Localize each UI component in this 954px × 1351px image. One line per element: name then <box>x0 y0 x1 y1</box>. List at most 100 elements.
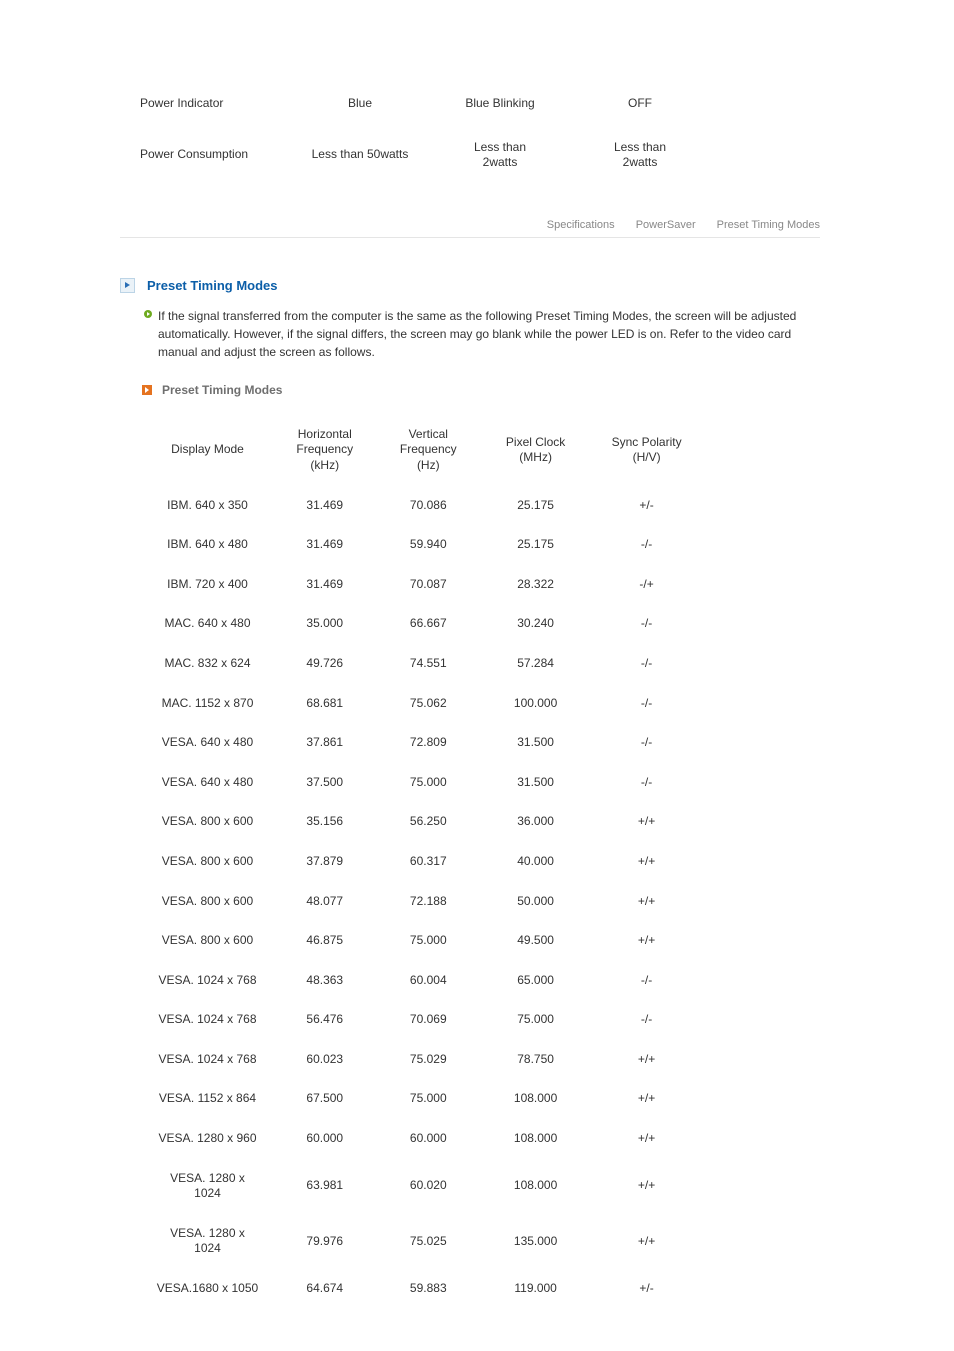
cell-hfreq: 48.077 <box>273 882 377 922</box>
cell-vfreq: 75.062 <box>377 684 481 724</box>
cell-hfreq: 37.879 <box>273 842 377 882</box>
cell-sync: -/- <box>591 604 702 644</box>
link-preset-timing-modes[interactable]: Preset Timing Modes <box>717 219 820 231</box>
cell-vfreq: 74.551 <box>377 644 481 684</box>
cell-sync: -/+ <box>591 565 702 605</box>
cell-mode: VESA. 1024 x 768 <box>142 1000 273 1040</box>
cell-pclk: 119.000 <box>480 1269 591 1309</box>
cell-sync: +/- <box>591 486 702 526</box>
cell-hfreq: 67.500 <box>273 1079 377 1119</box>
cell-sync: -/- <box>591 684 702 724</box>
cell-pclk: 57.284 <box>480 644 591 684</box>
table-row: VESA. 1152 x 86467.50075.000108.000+/+ <box>142 1079 702 1119</box>
cell-vfreq: 66.667 <box>377 604 481 644</box>
table-row: VESA. 800 x 60035.15656.25036.000+/+ <box>142 802 702 842</box>
cell-vfreq: 75.000 <box>377 1079 481 1119</box>
row-label: Power Indicator <box>140 82 290 126</box>
table-row: VESA. 1024 x 76848.36360.00465.000-/- <box>142 961 702 1001</box>
cell-hfreq: 56.476 <box>273 1000 377 1040</box>
cell-hfreq: 64.674 <box>273 1269 377 1309</box>
cell-hfreq: 35.000 <box>273 604 377 644</box>
cell-mode: IBM. 720 x 400 <box>142 565 273 605</box>
cell-hfreq: 35.156 <box>273 802 377 842</box>
table-row: VESA. 640 x 48037.86172.80931.500-/- <box>142 723 702 763</box>
cell-hfreq: 31.469 <box>273 486 377 526</box>
table-row: VESA. 800 x 60046.87575.00049.500+/+ <box>142 921 702 961</box>
cell-pclk: 36.000 <box>480 802 591 842</box>
cell-pclk: 31.500 <box>480 723 591 763</box>
cell-mode: IBM. 640 x 350 <box>142 486 273 526</box>
section-heading: Preset Timing Modes <box>120 278 834 293</box>
table-row: VESA. 1280 x102463.98160.020108.000+/+ <box>142 1159 702 1214</box>
table-row: MAC. 640 x 48035.00066.66730.240-/- <box>142 604 702 644</box>
cell-mode: VESA. 1280 x1024 <box>142 1214 273 1269</box>
table-row: VESA. 640 x 48037.50075.00031.500-/- <box>142 763 702 803</box>
col-pclk: Pixel Clock(MHz) <box>480 415 591 486</box>
cell: OFF <box>570 82 710 126</box>
cell-sync: -/- <box>591 723 702 763</box>
table-row: Power Consumption Less than 50watts Less… <box>140 126 710 185</box>
cell-sync: +/+ <box>591 1079 702 1119</box>
cell-pclk: 25.175 <box>480 525 591 565</box>
sub-heading: Preset Timing Modes <box>142 383 834 397</box>
cell-hfreq: 31.469 <box>273 565 377 605</box>
sub-heading-title: Preset Timing Modes <box>162 383 282 397</box>
cell-sync: +/- <box>591 1269 702 1309</box>
bullet-icon <box>144 310 152 318</box>
cell-mode: VESA. 640 x 480 <box>142 763 273 803</box>
cell-pclk: 108.000 <box>480 1079 591 1119</box>
section-title: Preset Timing Modes <box>147 278 278 293</box>
cell-pclk: 135.000 <box>480 1214 591 1269</box>
table-row: VESA. 1280 x102479.97675.025135.000+/+ <box>142 1214 702 1269</box>
cell: Blue Blinking <box>430 82 570 126</box>
col-display-mode: Display Mode <box>142 415 273 486</box>
cell-pclk: 100.000 <box>480 684 591 724</box>
section-body: If the signal transferred from the compu… <box>158 307 798 361</box>
cell-mode: VESA. 1280 x 960 <box>142 1119 273 1159</box>
cell-mode: VESA. 800 x 600 <box>142 842 273 882</box>
cell: Blue <box>290 82 430 126</box>
row-label: Power Consumption <box>140 126 290 185</box>
cell-vfreq: 60.000 <box>377 1119 481 1159</box>
table-row: IBM. 640 x 35031.46970.08625.175+/- <box>142 486 702 526</box>
cell-vfreq: 72.188 <box>377 882 481 922</box>
table-row: IBM. 640 x 48031.46959.94025.175-/- <box>142 525 702 565</box>
cell-pclk: 75.000 <box>480 1000 591 1040</box>
cell-sync: -/- <box>591 763 702 803</box>
cell-vfreq: 75.029 <box>377 1040 481 1080</box>
cell-mode: MAC. 832 x 624 <box>142 644 273 684</box>
cell-sync: +/+ <box>591 1159 702 1214</box>
cell-mode: VESA. 800 x 600 <box>142 882 273 922</box>
cell-pclk: 40.000 <box>480 842 591 882</box>
cell-sync: -/- <box>591 1000 702 1040</box>
timing-modes-table: Display Mode HorizontalFrequency(kHz) Ve… <box>142 415 702 1309</box>
cell-sync: +/+ <box>591 1119 702 1159</box>
arrow-right-icon <box>142 385 152 395</box>
link-specifications[interactable]: Specifications <box>547 219 615 231</box>
cell-pclk: 49.500 <box>480 921 591 961</box>
cell-mode: VESA. 640 x 480 <box>142 723 273 763</box>
power-table: Power Indicator Blue Blue Blinking OFF P… <box>140 82 710 185</box>
cell-hfreq: 60.000 <box>273 1119 377 1159</box>
cell-pclk: 25.175 <box>480 486 591 526</box>
cell-vfreq: 75.000 <box>377 763 481 803</box>
cell: Less than2watts <box>430 126 570 185</box>
cell-vfreq: 70.087 <box>377 565 481 605</box>
col-sync: Sync Polarity(H/V) <box>591 415 702 486</box>
cell-hfreq: 46.875 <box>273 921 377 961</box>
section-links: Specifications PowerSaver Preset Timing … <box>120 219 820 238</box>
cell-vfreq: 60.004 <box>377 961 481 1001</box>
cell-vfreq: 70.086 <box>377 486 481 526</box>
body-text-content: If the signal transferred from the compu… <box>158 309 796 359</box>
cell-sync: +/+ <box>591 842 702 882</box>
link-powersaver[interactable]: PowerSaver <box>636 219 696 231</box>
cell-vfreq: 75.025 <box>377 1214 481 1269</box>
cell-mode: VESA. 1152 x 864 <box>142 1079 273 1119</box>
cell-pclk: 31.500 <box>480 763 591 803</box>
cell-sync: +/+ <box>591 1214 702 1269</box>
cell-sync: +/+ <box>591 802 702 842</box>
table-row: VESA. 800 x 60037.87960.31740.000+/+ <box>142 842 702 882</box>
cell-pclk: 108.000 <box>480 1119 591 1159</box>
cell-pclk: 50.000 <box>480 882 591 922</box>
cell: Less than2watts <box>570 126 710 185</box>
